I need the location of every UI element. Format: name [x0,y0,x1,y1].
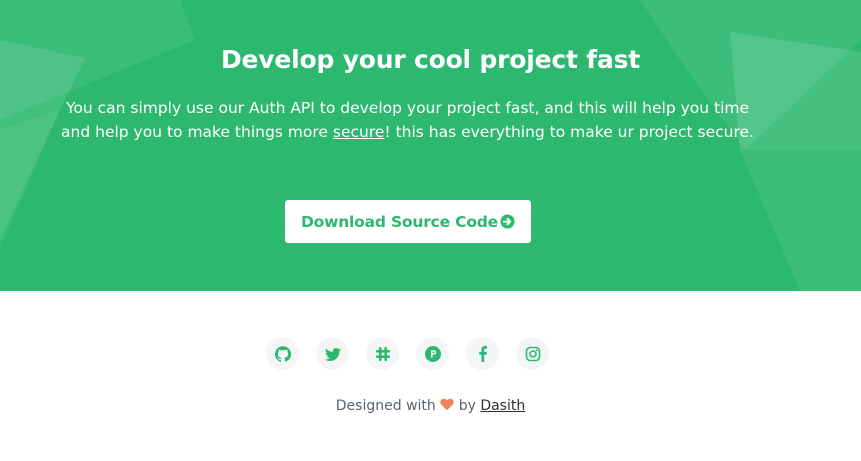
hero-description-end: ! this has everything to make ur project… [384,123,754,141]
footer-credits: Designed with by Dasith [0,398,861,414]
slack-link[interactable] [366,337,399,370]
instagram-link[interactable] [516,337,549,370]
hero-background-shapes [0,0,861,291]
github-icon [274,345,291,362]
download-button-label: Download Source Code [300,212,498,231]
download-source-code-button[interactable]: Download Source Code [285,200,531,243]
social-links [0,337,861,371]
twitter-icon [324,347,341,361]
hero-section: Develop your cool project fast You can s… [0,0,861,291]
arrow-circle-right-icon [500,214,515,229]
hero-description: You can simply use our Auth API to devel… [55,96,760,144]
secure-link[interactable]: secure [333,123,385,141]
by-text: by [458,398,476,414]
designed-with-text: Designed with [335,398,436,414]
hero-title: Develop your cool project fast [220,45,641,74]
facebook-link[interactable] [466,337,499,370]
facebook-icon [478,345,487,362]
slack-icon [375,346,390,361]
product-hunt-icon [424,345,441,362]
product-hunt-link[interactable] [416,337,449,370]
instagram-icon [525,346,540,361]
author-link[interactable]: Dasith [480,398,525,414]
github-link[interactable] [266,337,299,370]
heart-icon [440,398,454,411]
twitter-link[interactable] [316,337,349,370]
